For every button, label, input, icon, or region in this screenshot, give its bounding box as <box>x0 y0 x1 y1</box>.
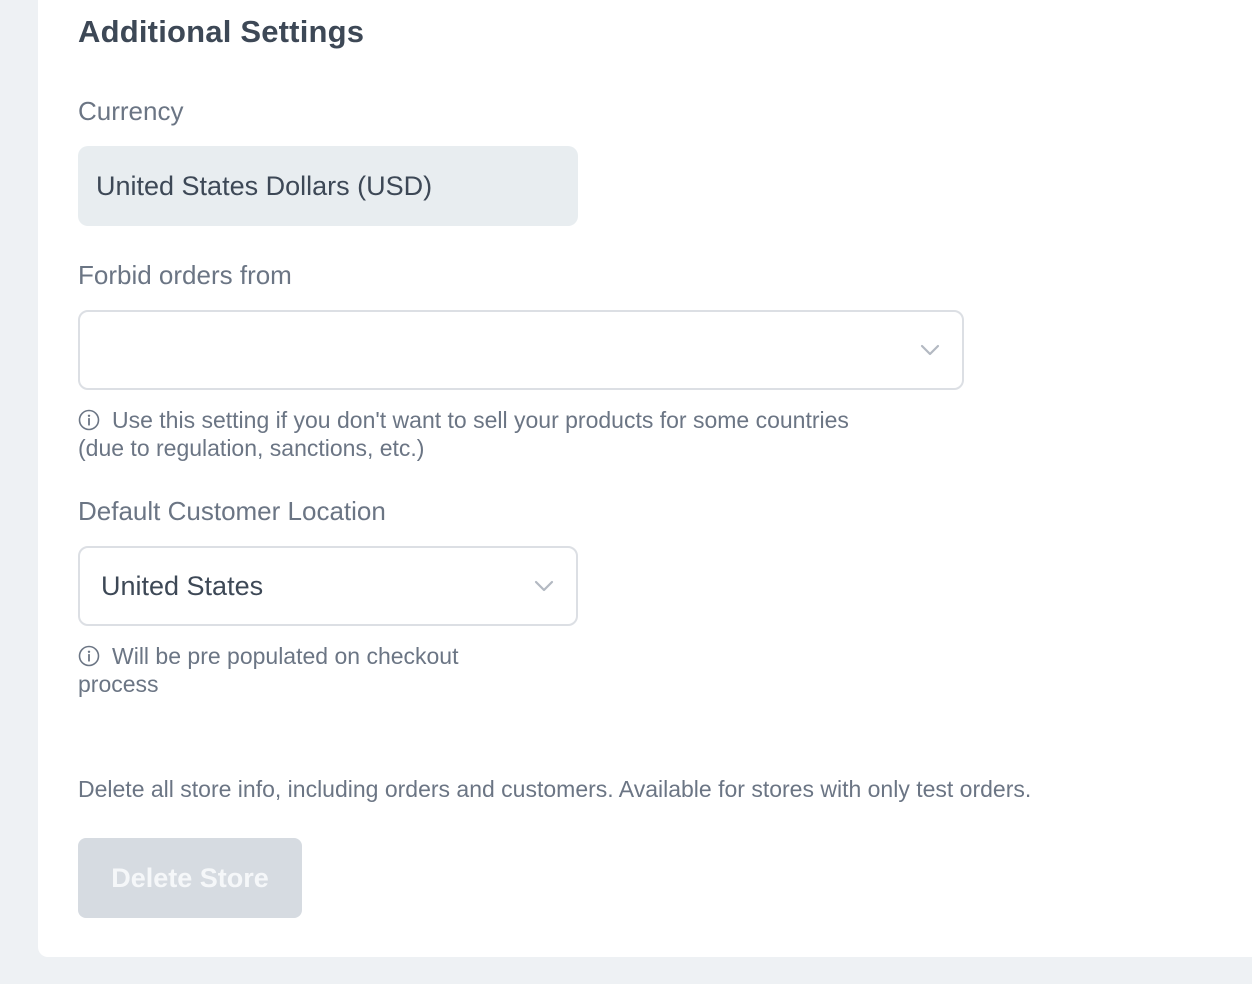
currency-value: United States Dollars (USD) <box>96 170 433 201</box>
info-icon <box>78 645 100 667</box>
forbid-orders-label: Forbid orders from <box>78 260 292 290</box>
default-location-hint-line1: Will be pre populated on checkout <box>112 643 459 669</box>
default-location-hint: Will be pre populated on checkout proces… <box>78 642 459 698</box>
forbid-orders-hint: Use this setting if you don't want to se… <box>78 406 849 462</box>
currency-field: United States Dollars (USD) <box>78 146 578 226</box>
section-title: Additional Settings <box>78 14 365 49</box>
delete-store-button[interactable]: Delete Store <box>78 838 302 918</box>
settings-card: Additional Settings Currency United Stat… <box>38 0 1252 957</box>
delete-store-description: Delete all store info, including orders … <box>78 776 1032 802</box>
default-location-hint-line2: process <box>78 671 159 697</box>
forbid-orders-select[interactable] <box>78 310 964 390</box>
chevron-down-icon[interactable] <box>918 338 942 362</box>
default-location-label: Default Customer Location <box>78 496 386 526</box>
default-location-value: United States <box>101 570 264 601</box>
chevron-down-icon[interactable] <box>532 574 556 598</box>
currency-label: Currency <box>78 96 184 126</box>
info-icon <box>78 409 100 431</box>
default-location-select[interactable]: United States <box>78 546 578 626</box>
forbid-orders-hint-line2: (due to regulation, sanctions, etc.) <box>78 435 425 461</box>
forbid-orders-hint-line1: Use this setting if you don't want to se… <box>112 407 849 433</box>
